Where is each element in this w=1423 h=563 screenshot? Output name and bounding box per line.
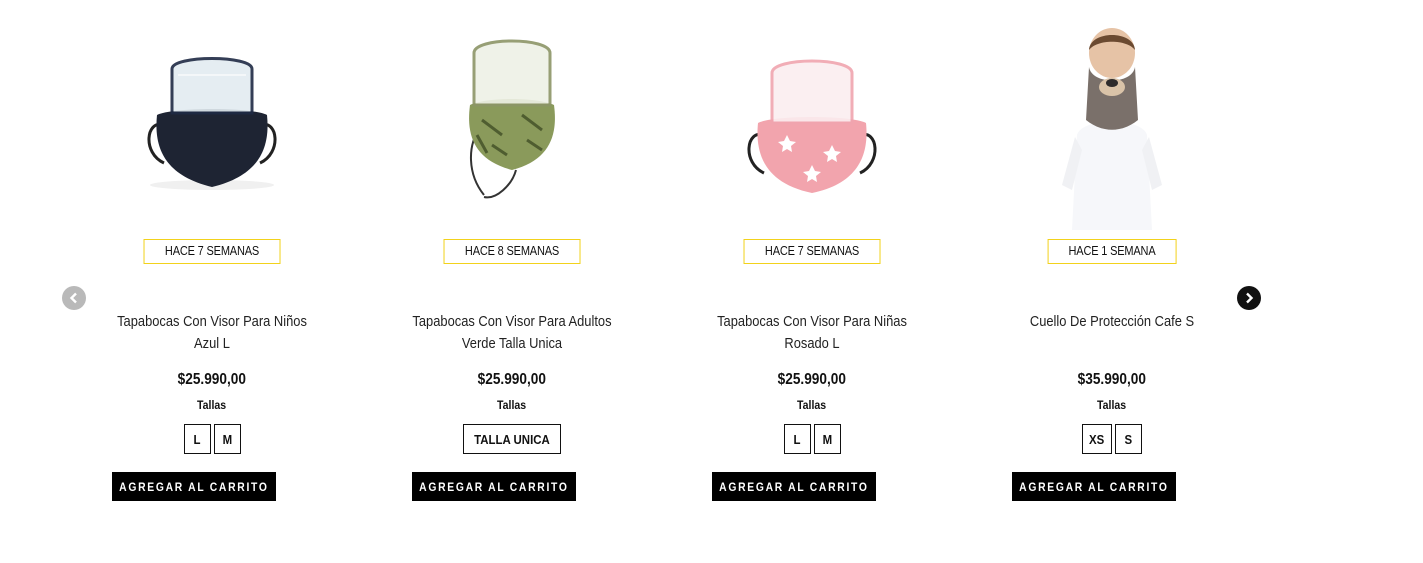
- pink-face-mask-image: [747, 59, 877, 193]
- size-option[interactable]: XS: [1082, 424, 1112, 454]
- product-price: $25.990,00: [477, 371, 547, 388]
- size-option[interactable]: M: [213, 424, 241, 454]
- product-image[interactable]: [1012, 25, 1212, 230]
- date-badge: HACE 7 SEMANAS: [743, 239, 881, 264]
- product-card: HACE 7 SEMANAS Tapabocas Con Visor Para …: [62, 0, 362, 563]
- product-name[interactable]: Tapabocas Con Visor Para Niñas Rosado L: [662, 311, 962, 355]
- size-option[interactable]: L: [783, 424, 811, 454]
- product-price: $25.990,00: [177, 371, 247, 388]
- date-badge: HACE 7 SEMANAS: [143, 239, 281, 264]
- size-options: XS S: [962, 424, 1262, 454]
- add-to-cart-button[interactable]: AGREGAR AL CARRITO: [412, 472, 576, 501]
- child-neck-gaiter-image: [1062, 28, 1162, 230]
- size-option[interactable]: S: [1114, 424, 1142, 454]
- add-to-cart-button[interactable]: AGREGAR AL CARRITO: [1012, 472, 1176, 501]
- product-card: HACE 8 SEMANAS Tapabocas Con Visor Para …: [362, 0, 662, 563]
- product-name[interactable]: Tapabocas Con Visor Para Adultos Verde T…: [362, 311, 662, 355]
- product-card: HACE 1 SEMANA Cuello De Protección Cafe …: [962, 0, 1262, 563]
- add-to-cart-button[interactable]: AGREGAR AL CARRITO: [712, 472, 876, 501]
- product-price: $35.990,00: [1077, 371, 1147, 388]
- product-card: HACE 7 SEMANAS Tapabocas Con Visor Para …: [662, 0, 962, 563]
- date-badge: HACE 1 SEMANA: [1047, 239, 1177, 264]
- size-option[interactable]: TALLA UNICA: [463, 424, 561, 454]
- size-option[interactable]: M: [813, 424, 841, 454]
- sizes-label: Tallas: [1097, 398, 1127, 412]
- size-option[interactable]: L: [183, 424, 211, 454]
- product-image[interactable]: [112, 25, 312, 230]
- product-name[interactable]: Tapabocas Con Visor Para Niños Azul L: [62, 311, 362, 355]
- product-price: $25.990,00: [777, 371, 847, 388]
- date-badge: HACE 8 SEMANAS: [443, 239, 581, 264]
- size-options: TALLA UNICA: [362, 424, 662, 454]
- product-name[interactable]: Cuello De Protección Cafe S: [962, 311, 1262, 333]
- size-options: L M: [662, 424, 962, 454]
- sizes-label: Tallas: [497, 398, 527, 412]
- add-to-cart-button[interactable]: AGREGAR AL CARRITO: [112, 472, 276, 501]
- navy-face-mask-image: [147, 57, 277, 190]
- green-face-mask-image: [469, 39, 555, 199]
- product-image[interactable]: [412, 25, 612, 230]
- size-options: L M: [62, 424, 362, 454]
- sizes-label: Tallas: [797, 398, 827, 412]
- product-carousel: HACE 7 SEMANAS Tapabocas Con Visor Para …: [0, 0, 1423, 563]
- sizes-label: Tallas: [197, 398, 227, 412]
- product-image[interactable]: [712, 25, 912, 230]
